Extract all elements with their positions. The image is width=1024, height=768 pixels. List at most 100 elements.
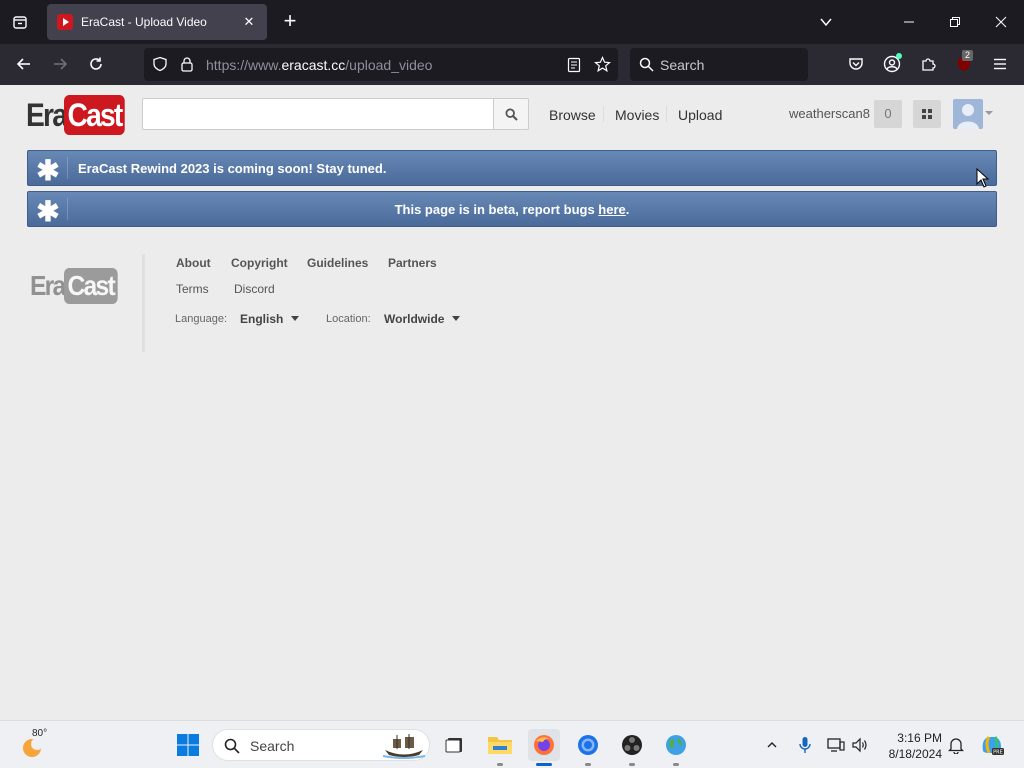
start-button[interactable]	[172, 729, 204, 761]
alert-rewind: ✱ EraCast Rewind 2023 is coming soon! St…	[27, 150, 997, 186]
reload-icon	[90, 57, 102, 70]
shield-icon[interactable]	[152, 56, 168, 72]
url-path: /upload_video	[345, 57, 433, 73]
browser-search-bar[interactable]: Search	[630, 48, 808, 81]
menu-button[interactable]	[986, 50, 1014, 78]
account-button[interactable]	[878, 50, 906, 78]
report-bugs-link[interactable]: here	[598, 202, 625, 217]
taskbar-search-box[interactable]: Search	[212, 729, 430, 761]
back-button[interactable]	[10, 50, 38, 78]
tab-list-button[interactable]	[6, 8, 34, 36]
forward-arrow-icon	[54, 58, 68, 70]
weather-widget[interactable]: 80°	[20, 728, 54, 761]
pocket-button[interactable]	[842, 50, 870, 78]
volume-tray-button[interactable]	[848, 733, 872, 757]
copilot-icon: PRE	[982, 736, 1004, 756]
avatar-dropdown-caret-icon[interactable]	[985, 111, 993, 115]
site-header: Era Cast Browse Movies Upload weatherscan…	[0, 85, 1024, 147]
search-icon	[224, 738, 240, 754]
chevron-down-icon	[820, 18, 832, 27]
restore-button[interactable]	[940, 8, 970, 36]
show-hidden-icons-button[interactable]	[760, 733, 784, 757]
chrome-icon	[578, 735, 598, 755]
site-search-input[interactable]	[142, 98, 494, 130]
footer-link-terms[interactable]: Terms	[176, 282, 209, 296]
caret-down-icon	[291, 316, 300, 321]
language-dropdown[interactable]: English	[240, 312, 300, 326]
minimize-icon	[904, 21, 914, 23]
new-tab-button[interactable]: +	[278, 8, 302, 36]
browser-nav-bar: https://www.eracast.cc/upload_video Sear…	[0, 44, 1024, 85]
address-bar[interactable]: https://www.eracast.cc/upload_video	[144, 48, 618, 81]
location-dropdown[interactable]: Worldwide	[384, 312, 461, 326]
extensions-button[interactable]	[914, 50, 942, 78]
location-value: Worldwide	[384, 312, 445, 326]
apps-button[interactable]	[913, 100, 941, 128]
firefox-taskbar-button[interactable]	[528, 729, 560, 766]
running-indicator	[585, 763, 591, 766]
bell-icon	[948, 738, 964, 754]
lock-icon[interactable]	[180, 56, 194, 72]
nav-browse-link[interactable]: Browse	[549, 107, 596, 123]
forward-button[interactable]	[46, 50, 74, 78]
footer-link-partners[interactable]: Partners	[388, 256, 437, 270]
hamburger-menu-icon	[994, 58, 1006, 70]
clock-time: 3:16 PM	[897, 731, 942, 745]
nav-separator	[666, 106, 667, 122]
alert-beta-suffix: .	[625, 202, 630, 217]
footer-logo[interactable]: Era Cast	[30, 268, 125, 304]
account-sync-dot-icon	[896, 53, 902, 59]
chrome-taskbar-button[interactable]	[572, 729, 604, 766]
close-window-button[interactable]	[986, 8, 1016, 36]
reader-view-icon[interactable]	[567, 57, 581, 73]
running-indicator	[497, 763, 503, 766]
puzzle-icon	[922, 58, 936, 71]
network-icon	[827, 738, 845, 752]
close-tab-icon[interactable]: ✕	[241, 14, 257, 30]
obs-icon	[622, 735, 642, 755]
minimize-button[interactable]	[894, 8, 924, 36]
footer-link-guidelines[interactable]: Guidelines	[307, 256, 368, 270]
nav-upload-link[interactable]: Upload	[678, 107, 722, 123]
browser-search-placeholder: Search	[660, 57, 705, 73]
site-search-button[interactable]	[493, 98, 529, 130]
url-host: eracast.cc	[281, 57, 346, 73]
footer-logo-cast-text: Cast	[64, 268, 118, 304]
caret-down-icon	[452, 316, 461, 321]
notifications-button[interactable]	[944, 733, 968, 757]
obs-taskbar-button[interactable]	[616, 729, 648, 766]
back-arrow-icon	[16, 58, 30, 70]
weather-temperature: 80°	[32, 728, 48, 739]
file-explorer-button[interactable]	[484, 729, 516, 766]
browser-tab-bar: EraCast - Upload Video ✕ +	[0, 0, 1024, 44]
globe-app-taskbar-button[interactable]	[660, 729, 692, 766]
running-indicator	[629, 763, 635, 766]
list-all-tabs-button[interactable]	[811, 8, 841, 36]
taskbar-clock[interactable]: 3:16 PM 8/18/2024	[880, 730, 942, 762]
close-icon	[995, 16, 1007, 28]
footer-link-about[interactable]: About	[176, 256, 211, 270]
microphone-tray-button[interactable]	[793, 733, 817, 757]
footer-link-discord[interactable]: Discord	[234, 282, 275, 296]
avatar[interactable]	[953, 99, 983, 129]
alert-rewind-text: EraCast Rewind 2023 is coming soon! Stay…	[78, 161, 387, 176]
notification-count-button[interactable]: 0	[874, 100, 902, 128]
folder-icon	[488, 737, 512, 754]
eracast-favicon-icon	[57, 14, 73, 30]
reload-button[interactable]	[82, 50, 110, 78]
footer-link-copyright[interactable]: Copyright	[231, 256, 288, 270]
alert-beta: ✱ This page is in beta, report bugs here…	[27, 191, 997, 227]
network-tray-button[interactable]	[824, 733, 848, 757]
ublock-extension-button[interactable]: 2	[950, 50, 978, 78]
alert-beta-text: This page is in beta, report bugs here.	[28, 202, 996, 217]
eracast-logo[interactable]: Era Cast	[26, 95, 133, 135]
microphone-icon	[799, 737, 811, 753]
bookmark-star-icon[interactable]	[594, 56, 611, 73]
username[interactable]: weatherscan8	[789, 106, 870, 121]
task-view-button[interactable]	[438, 729, 470, 761]
globe-icon	[666, 735, 686, 755]
copilot-button[interactable]: PRE	[978, 733, 1006, 757]
clock-date: 8/18/2024	[888, 747, 942, 761]
nav-movies-link[interactable]: Movies	[615, 107, 659, 123]
browser-tab-active[interactable]: EraCast - Upload Video ✕	[47, 4, 267, 40]
